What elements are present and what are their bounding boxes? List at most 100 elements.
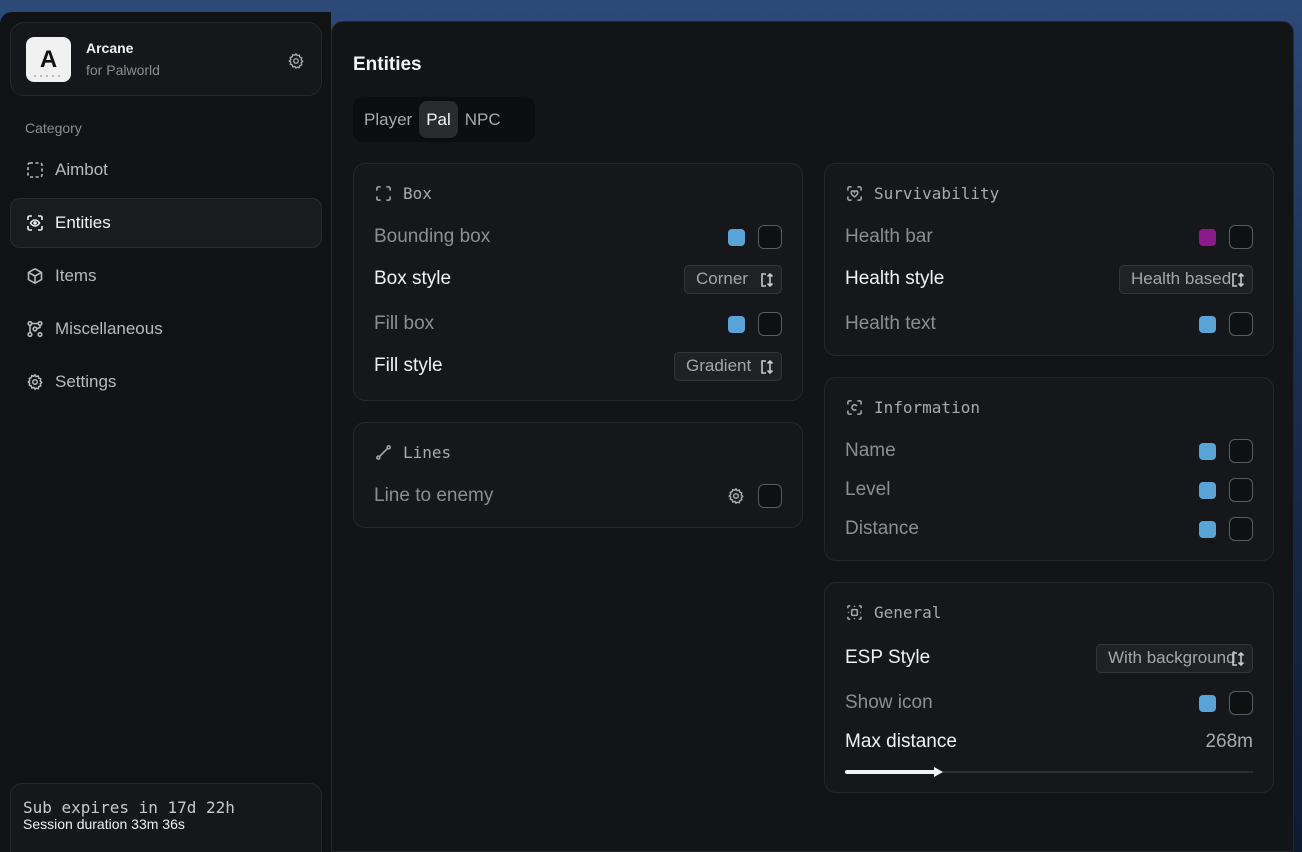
checkbox[interactable] [758, 225, 782, 249]
option-label: Health style [845, 268, 945, 289]
sidebar-item-settings[interactable]: Settings [10, 357, 322, 407]
dashed-square-icon [25, 160, 45, 180]
entity-tabs: Player Pal NPC [353, 97, 535, 142]
gear-icon [25, 372, 45, 392]
color-swatch[interactable] [1199, 694, 1216, 712]
scan-info-icon [845, 399, 863, 417]
color-swatch[interactable] [1199, 520, 1216, 538]
card-title: Survivability [845, 184, 999, 203]
tab-pal[interactable]: Pal [419, 101, 458, 138]
fill-style-select[interactable]: Gradient [674, 351, 782, 381]
sidebar-item-label: Aimbot [55, 160, 108, 179]
sidebar-item-label: Items [55, 266, 97, 285]
line-icon [374, 444, 392, 462]
information-card: Information Name Level Distance [824, 377, 1274, 561]
color-swatch[interactable] [1199, 442, 1216, 460]
box-card: Box Bounding box Box style Corner Fill b… [353, 163, 803, 401]
option-label: Level [845, 479, 891, 500]
option-label: Max distance [845, 731, 957, 752]
option-label: Health bar [845, 226, 933, 247]
color-swatch[interactable] [728, 315, 745, 333]
card-title: General [845, 603, 941, 622]
option-row: Box style Corner [374, 264, 782, 294]
option-row: Fill style Gradient [374, 351, 782, 381]
sidebar-item-label: Settings [55, 372, 117, 391]
option-row: Distance [845, 515, 1253, 543]
card-title: Box [374, 184, 432, 203]
select-value: Corner [696, 269, 748, 288]
option-row: Health bar [845, 223, 1253, 251]
sidebar-item-label: Entities [55, 213, 111, 232]
gear-icon[interactable] [727, 487, 745, 505]
option-label: Fill style [374, 355, 443, 376]
option-label: Box style [374, 268, 452, 289]
checkbox[interactable] [1229, 478, 1253, 502]
option-row: Level [845, 476, 1253, 504]
checkbox[interactable] [1229, 517, 1253, 541]
checkbox[interactable] [1229, 439, 1253, 463]
esp-style-select[interactable]: With background [1096, 643, 1253, 673]
option-row: Line to enemy [374, 482, 782, 510]
option-label: Bounding box [374, 226, 491, 247]
session-duration-text: Session duration 33m 36s [23, 816, 185, 832]
box-style-select[interactable]: Corner [684, 264, 782, 294]
option-label: Name [845, 440, 896, 461]
slider-thumb[interactable] [933, 767, 943, 777]
tab-player[interactable]: Player [357, 101, 419, 138]
app-subtitle: for Palworld [86, 62, 160, 78]
checkbox[interactable] [758, 484, 782, 508]
logo-letter: A [39, 45, 58, 73]
color-swatch[interactable] [728, 228, 745, 246]
page-title: Entities [353, 54, 422, 75]
chevron-updown-icon [1232, 272, 1245, 287]
option-row: Show icon [845, 689, 1253, 717]
scan-heart-icon [845, 185, 863, 203]
sidebar-item-entities[interactable]: Entities [10, 198, 322, 248]
option-label: Line to enemy [374, 485, 494, 506]
sub-expires-text: Sub expires in 17d 22h [23, 798, 235, 817]
option-row: ESP Style With background [845, 643, 1253, 673]
sidebar-item-label: Miscellaneous [55, 319, 163, 338]
nodes-icon [25, 319, 45, 339]
sidebar-item-items[interactable]: Items [10, 251, 322, 301]
color-swatch[interactable] [1199, 481, 1216, 499]
max-distance-value: 268m [1205, 731, 1253, 752]
cube-icon [25, 266, 45, 286]
card-title-text: Box [403, 184, 432, 203]
app-title: Arcane [86, 40, 134, 56]
focus-center-icon [845, 604, 863, 622]
checkbox[interactable] [1229, 225, 1253, 249]
app-logo: A [26, 37, 71, 82]
option-row: Health text [845, 310, 1253, 338]
checkbox[interactable] [758, 312, 782, 336]
tab-npc[interactable]: NPC [458, 101, 508, 138]
main-panel: Entities Player Pal NPC Box Bounding box… [331, 21, 1294, 852]
card-title: Lines [374, 443, 451, 462]
health-style-select[interactable]: Health based [1119, 264, 1253, 294]
card-title-text: Information [874, 398, 980, 417]
checkbox[interactable] [1229, 691, 1253, 715]
option-label: Show icon [845, 692, 933, 713]
select-value: With background [1108, 648, 1236, 667]
option-row: Fill box [374, 310, 782, 338]
lines-card: Lines Line to enemy [353, 422, 803, 528]
color-swatch[interactable] [1199, 315, 1216, 333]
survivability-card: Survivability Health bar Health style He… [824, 163, 1274, 356]
general-card: General ESP Style With background Show i… [824, 582, 1274, 793]
slider-fill [845, 770, 939, 774]
sidebar-item-aimbot[interactable]: Aimbot [10, 145, 322, 195]
color-swatch[interactable] [1199, 228, 1216, 246]
max-distance-slider[interactable] [845, 767, 1253, 777]
option-label: ESP Style [845, 647, 931, 668]
category-label: Category [25, 120, 82, 136]
sidebar: A Arcane for Palworld Category Aimbot En… [0, 12, 331, 852]
checkbox[interactable] [1229, 312, 1253, 336]
sidebar-item-miscellaneous[interactable]: Miscellaneous [10, 304, 322, 354]
option-row: Name [845, 437, 1253, 465]
option-row: Bounding box [374, 223, 782, 251]
brand-card: A Arcane for Palworld [10, 22, 322, 96]
option-row: Max distance 268m [845, 728, 1253, 756]
gear-icon[interactable] [287, 52, 305, 70]
card-title-text: General [874, 603, 942, 622]
option-label: Health text [845, 313, 936, 334]
